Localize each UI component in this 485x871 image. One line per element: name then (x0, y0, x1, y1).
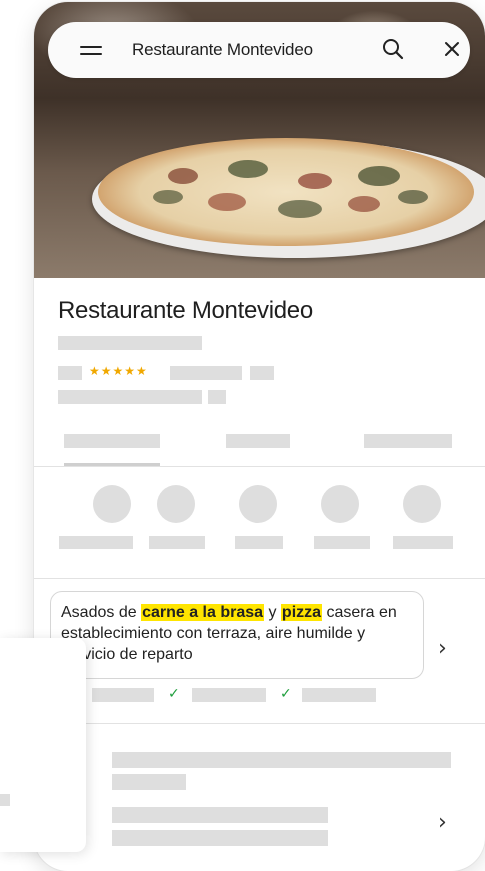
reviews-placeholder (170, 366, 242, 380)
feature-placeholder-3 (302, 688, 376, 702)
action-label-4 (314, 536, 370, 549)
pizza (98, 138, 474, 246)
check-icon: ✓ (168, 686, 180, 702)
hero-photo[interactable]: Restaurante Montevideo (34, 2, 485, 278)
action-label-2 (149, 536, 205, 549)
action-label-3 (235, 536, 283, 549)
info-line-1 (112, 752, 451, 768)
description-box[interactable]: Asados de carne a la brasa y pizza caser… (50, 591, 424, 679)
action-label-5 (393, 536, 453, 549)
info-line-3 (112, 807, 328, 823)
description-mid: y (264, 604, 281, 621)
info-chevron-icon[interactable]: › (438, 810, 447, 835)
action-circle-5[interactable] (403, 485, 441, 523)
close-icon[interactable] (442, 39, 462, 59)
tab-placeholder-2[interactable] (226, 434, 290, 448)
action-label-1 (59, 536, 133, 549)
tab-placeholder-1[interactable] (64, 434, 160, 448)
description-chevron-icon[interactable]: › (438, 636, 447, 661)
description-pre: Asados de (61, 604, 142, 621)
tab-placeholder-3[interactable] (364, 434, 452, 448)
description-text: Asados de carne a la brasa y pizza caser… (61, 602, 421, 665)
distance-placeholder (208, 390, 226, 404)
highlight-pizza: pizza (280, 604, 323, 621)
search-bar[interactable]: Restaurante Montevideo (48, 22, 470, 78)
category-placeholder (58, 390, 202, 404)
menu-icon[interactable] (80, 43, 102, 57)
place-title: Restaurante Montevideo (58, 297, 313, 324)
price-placeholder (250, 366, 274, 380)
action-circle-4[interactable] (321, 485, 359, 523)
overlay-placeholder (0, 794, 10, 806)
action-circle-1[interactable] (93, 485, 131, 523)
overlay-card[interactable] (0, 638, 86, 852)
action-circle-3[interactable] (239, 485, 277, 523)
search-query[interactable]: Restaurante Montevideo (132, 40, 313, 60)
highlight-carne: carne a la brasa (141, 604, 265, 621)
features-divider (34, 723, 485, 724)
action-circle-2[interactable] (157, 485, 195, 523)
rating-count-placeholder (58, 366, 82, 380)
feature-placeholder-1 (92, 688, 154, 702)
search-icon[interactable] (382, 38, 404, 60)
feature-placeholder-2 (192, 688, 266, 702)
check-icon: ✓ (280, 686, 292, 702)
info-line-2 (112, 774, 186, 790)
phone-frame: Restaurante Montevideo Restaurante Monte… (34, 2, 485, 871)
info-line-4 (112, 830, 328, 846)
rating-stars: ★★★★★ (89, 364, 148, 378)
tabs-divider (34, 466, 485, 467)
address-placeholder (58, 336, 202, 350)
actions-divider (34, 578, 485, 579)
